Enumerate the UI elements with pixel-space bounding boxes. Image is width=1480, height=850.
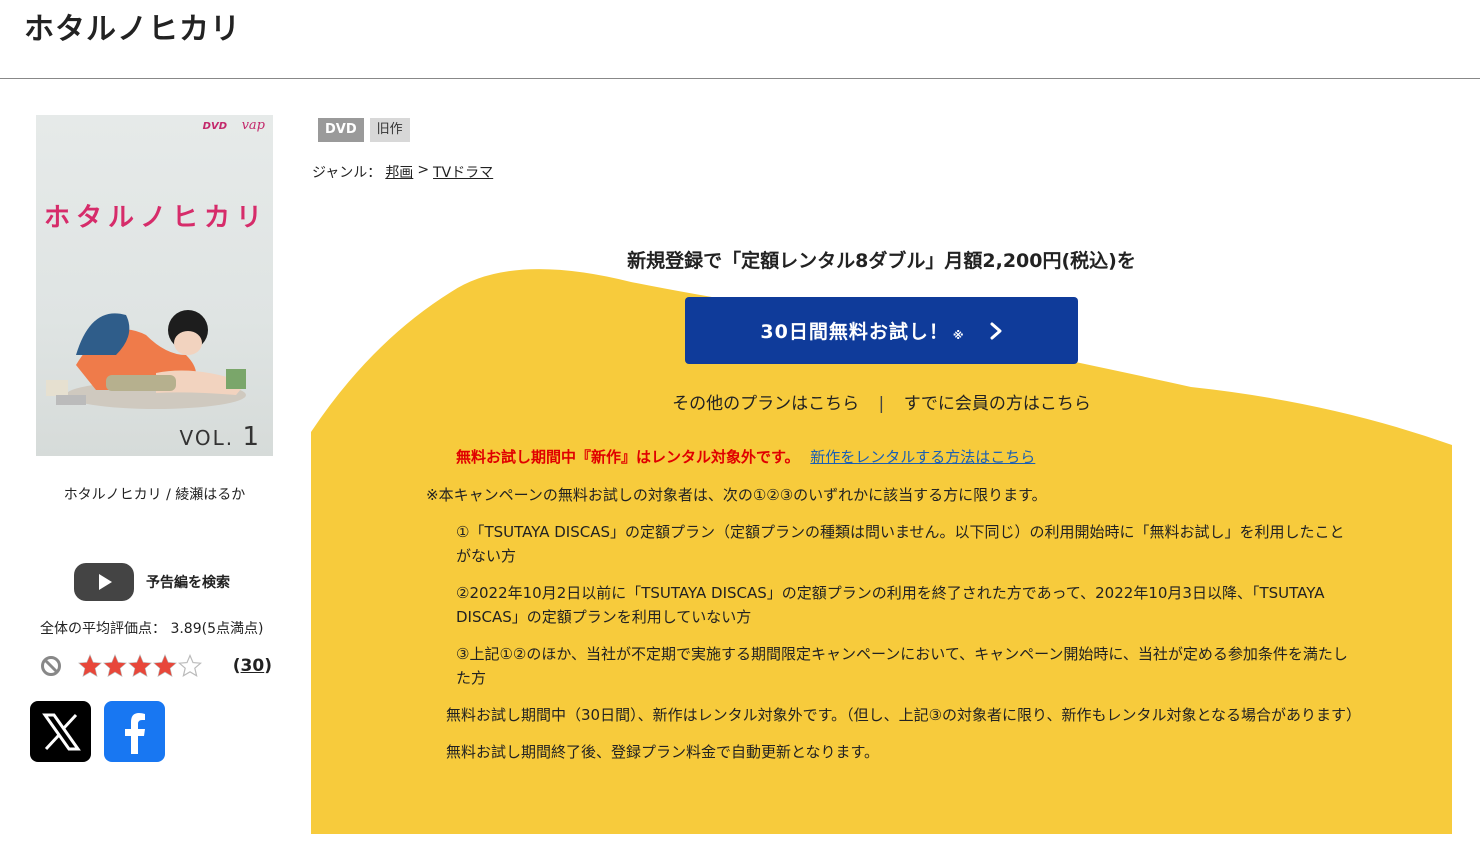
new-release-warning-text: 無料お試し期間中『新作』はレンタル対象外です。 (456, 448, 800, 466)
genre-breadcrumb: ジャンル： 邦画 > TVドラマ (312, 162, 493, 182)
cover-vol-text: VOL. (179, 426, 235, 450)
genre-label: ジャンル： (312, 165, 382, 181)
other-plans-link[interactable]: その他のプランはこちら (672, 394, 859, 414)
terms-condition-1: ①「TSUTAYA DISCAS」の定額プラン（定額プランの種類は問いません。以… (456, 523, 1345, 565)
free-trial-label: 30日間無料お試し！ (760, 321, 949, 343)
genre-link-japanese-film[interactable]: 邦画 (385, 162, 413, 182)
cover-vap-logo: vap (241, 118, 265, 133)
facebook-logo-icon (124, 712, 145, 754)
free-trial-note-mark: ※ (952, 329, 965, 342)
review-count: 30 (240, 656, 265, 676)
prohibited-icon[interactable] (40, 655, 62, 677)
terms-condition-2: ②2022年10月2日以前に「TSUTAYA DISCAS」の定額プランの利用を… (456, 584, 1325, 626)
star-icon (103, 654, 127, 678)
member-login-link[interactable]: すでに会員の方はこちら (904, 394, 1091, 414)
trailer-search-label: 予告編を検索 (146, 575, 230, 591)
rating-stars (78, 654, 202, 678)
cover-volume-label: VOL. 1 (180, 422, 261, 452)
play-icon (74, 563, 134, 601)
terms-note-1: 無料お試し期間中（30日間）、新作はレンタル対象外です。（但し、上記③の対象者に… (446, 706, 1361, 724)
campaign-terms: ※本キャンペーンの無料お試しの対象者は、次の①②③のいずれかに該当する方に限りま… (426, 483, 1361, 777)
star-icon (153, 654, 177, 678)
star-icon (128, 654, 152, 678)
plan-links-separator: | (878, 394, 885, 414)
review-count-link[interactable]: (30) (233, 656, 272, 676)
star-icon (178, 654, 202, 678)
terms-lead: ※本キャンペーンの無料お試しの対象者は、次の①②③のいずれかに該当する方に限りま… (426, 486, 1047, 504)
tag-dvd: DVD (318, 118, 364, 142)
item-caption: ホタルノヒカリ / 綾瀬はるか (63, 487, 246, 503)
cover-title: ホタルノヒカリ (44, 203, 269, 233)
chevron-right-icon (990, 322, 1002, 339)
free-trial-button[interactable]: 30日間無料お試し！ ※ (685, 297, 1078, 364)
rating-row: (30) (40, 650, 272, 682)
x-logo-icon (41, 713, 81, 750)
plan-links: その他のプランはこちら | すでに会員の方はこちら (311, 389, 1452, 414)
format-tags: DVD 旧作 (318, 118, 410, 142)
social-share (30, 701, 165, 762)
promo-heading: 新規登録で「定額レンタル8ダブル」月額2,200円(税込)を (627, 250, 1136, 272)
new-release-rental-link[interactable]: 新作をレンタルする方法はこちら (810, 448, 1035, 466)
new-release-warning: 無料お試し期間中『新作』はレンタル対象外です。 新作をレンタルする方法はこちら (456, 446, 1035, 467)
page-title: ホタルノヒカリ (24, 12, 241, 47)
cover-vol-number: 1 (242, 422, 261, 452)
cover-figure-illustration (46, 310, 246, 409)
facebook-share-button[interactable] (104, 701, 165, 762)
x-share-button[interactable] (30, 701, 91, 762)
trailer-search-button[interactable]: 予告編を検索 (74, 563, 230, 601)
dvd-cover-image[interactable]: DVD vap ホタルノヒカリ VOL. 1 (36, 115, 273, 456)
average-rating-text: 全体の平均評価点： 3.89(5点満点) (40, 621, 264, 637)
terms-note-2: 無料お試し期間終了後、登録プラン料金で自動更新となります。 (446, 743, 880, 761)
star-icon (78, 654, 102, 678)
tag-old-release: 旧作 (369, 118, 410, 142)
genre-separator: > (417, 162, 430, 178)
terms-condition-3: ③上記①②のほか、当社が不定期で実施する期間限定キャンペーンにおいて、キャンペー… (456, 645, 1348, 687)
title-divider (0, 78, 1480, 79)
genre-link-tv-drama[interactable]: TVドラマ (433, 162, 493, 182)
review-count-close: ) (264, 656, 272, 676)
review-count-open: ( (232, 656, 241, 676)
cover-dvd-logo: DVD (202, 121, 227, 132)
